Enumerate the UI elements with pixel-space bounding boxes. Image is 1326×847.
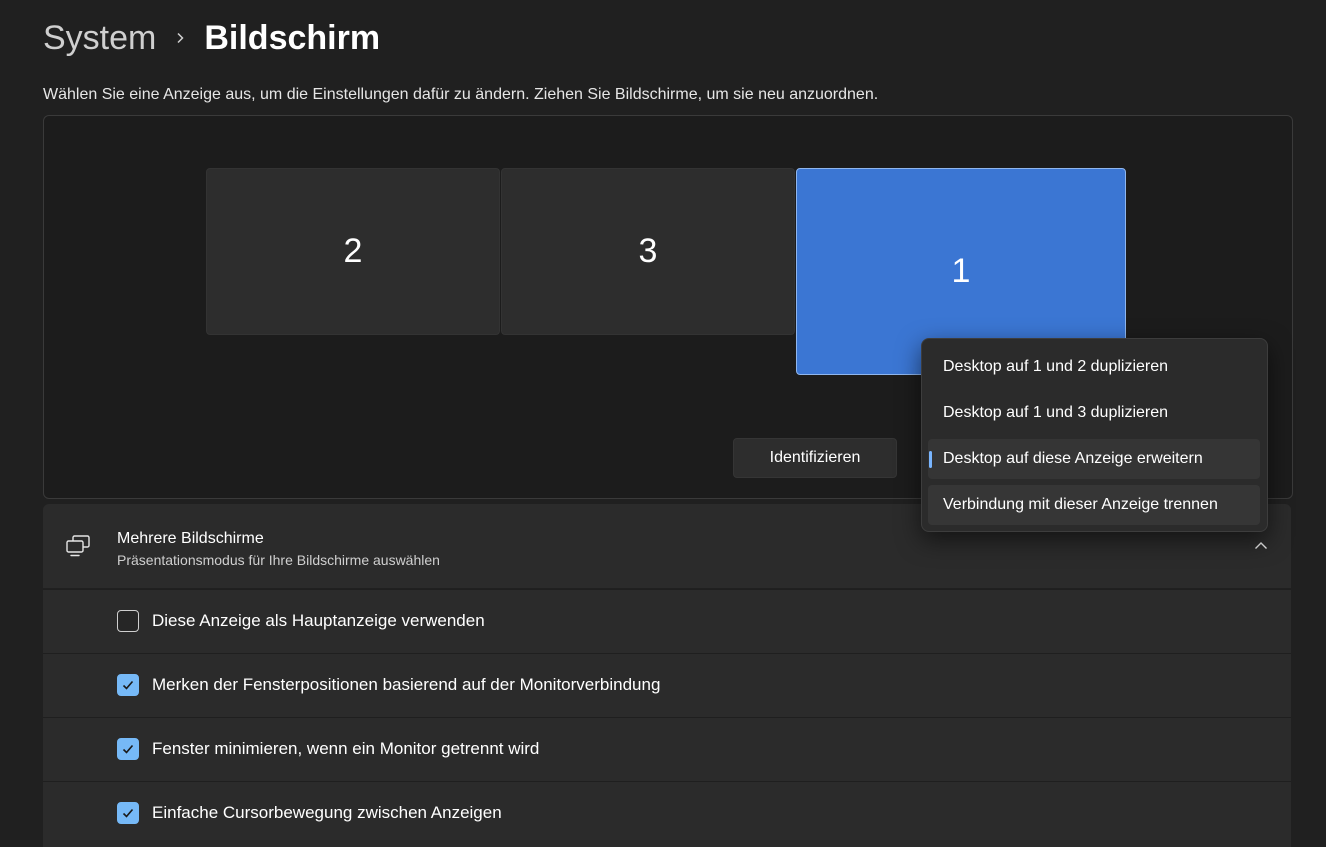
minimize-windows-checkbox[interactable] — [117, 738, 139, 760]
checkmark-icon — [122, 680, 134, 690]
option-row-easy-cursor-movement: Einfache Cursorbewegung zwischen Anzeige… — [43, 781, 1291, 847]
flyout-item-duplicate-1-3[interactable]: Desktop auf 1 und 3 duplizieren — [928, 393, 1260, 433]
section-title: Mehrere Bildschirme — [117, 530, 264, 547]
remember-window-positions-checkbox[interactable] — [117, 674, 139, 696]
checkmark-icon — [122, 808, 134, 818]
breadcrumb: System Bildschirm — [43, 14, 380, 62]
main-display-checkbox[interactable] — [117, 610, 139, 632]
option-row-minimize-windows: Fenster minimieren, wenn ein Monitor get… — [43, 717, 1291, 781]
option-label: Einfache Cursorbewegung zwischen Anzeige… — [152, 803, 502, 822]
page-title: Bildschirm — [204, 18, 381, 57]
section-subtitle: Präsentationsmodus für Ihre Bildschirme … — [117, 552, 440, 568]
option-row-main-display: Diese Anzeige als Hauptanzeige verwenden — [43, 589, 1291, 653]
display-tile-2[interactable]: 2 — [206, 168, 500, 335]
arrangement-description: Wählen Sie eine Anzeige aus, um die Eins… — [43, 86, 879, 103]
chevron-right-icon — [156, 14, 204, 62]
flyout-item-duplicate-1-2[interactable]: Desktop auf 1 und 2 duplizieren — [928, 347, 1260, 387]
multiple-monitors-icon — [65, 534, 91, 558]
option-label: Diese Anzeige als Hauptanzeige verwenden — [152, 611, 485, 630]
option-label: Merken der Fensterpositionen basierend a… — [152, 675, 661, 694]
display-settings-page: System Bildschirm Wählen Sie eine Anzeig… — [0, 0, 1326, 847]
selection-indicator — [929, 451, 932, 468]
breadcrumb-system-link[interactable]: System — [43, 19, 156, 58]
flyout-item-label: Desktop auf 1 und 3 duplizieren — [943, 404, 1169, 421]
chevron-up-icon[interactable] — [1253, 538, 1269, 554]
identify-button[interactable]: Identifizieren — [733, 438, 897, 478]
flyout-item-label: Verbindung mit dieser Anzeige trennen — [943, 496, 1218, 513]
display-tile-3[interactable]: 3 — [501, 168, 795, 335]
flyout-item-extend[interactable]: Desktop auf diese Anzeige erweitern — [928, 439, 1260, 479]
display-mode-flyout-menu: Desktop auf 1 und 2 duplizieren Desktop … — [921, 338, 1268, 532]
flyout-item-label: Desktop auf diese Anzeige erweitern — [943, 450, 1203, 467]
flyout-item-disconnect[interactable]: Verbindung mit dieser Anzeige trennen — [928, 485, 1260, 525]
option-label: Fenster minimieren, wenn ein Monitor get… — [152, 739, 540, 758]
flyout-item-label: Desktop auf 1 und 2 duplizieren — [943, 358, 1169, 375]
easy-cursor-movement-checkbox[interactable] — [117, 802, 139, 824]
checkmark-icon — [122, 744, 134, 754]
option-row-remember-window-positions: Merken der Fensterpositionen basierend a… — [43, 653, 1291, 717]
